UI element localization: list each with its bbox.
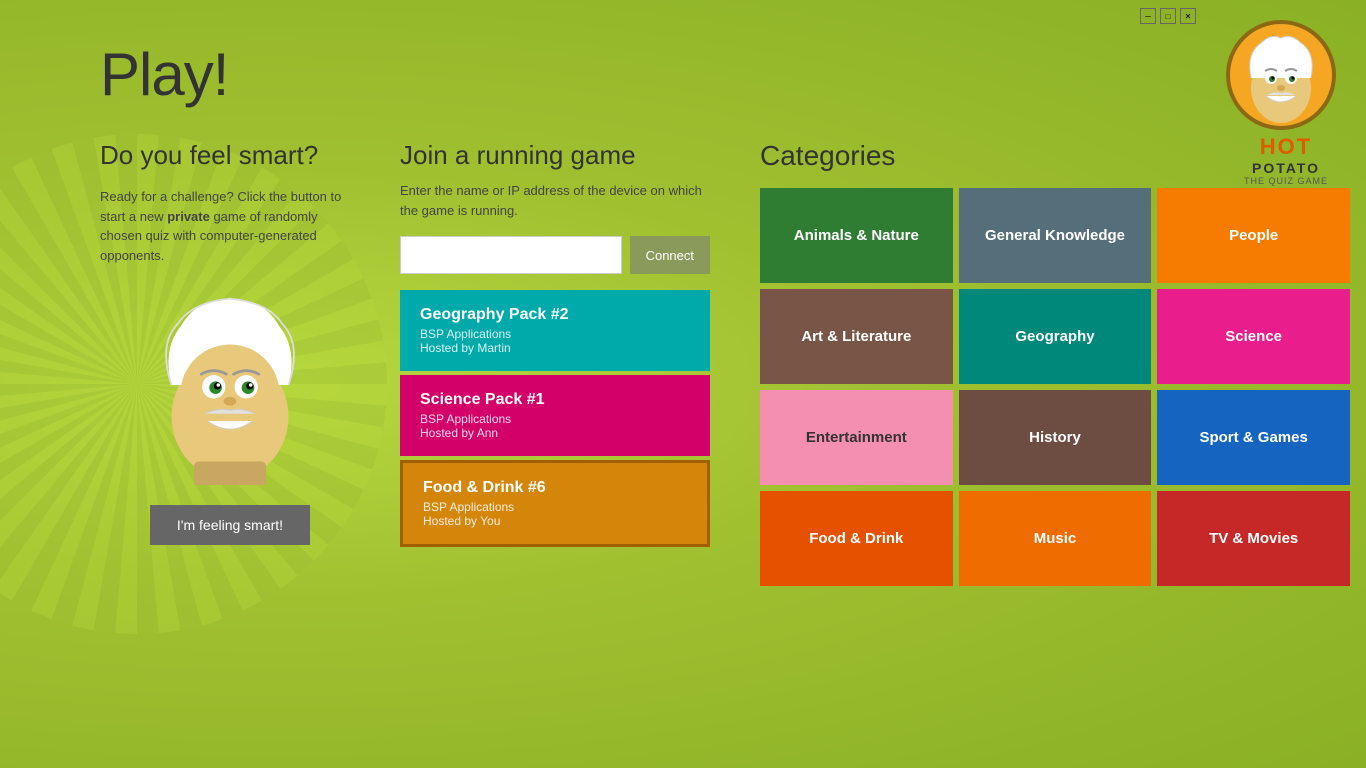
join-game-heading: Join a running game: [400, 140, 710, 171]
game-host: Hosted by Ann: [420, 426, 690, 440]
category-general-knowledge[interactable]: General Knowledge: [959, 188, 1152, 283]
ip-address-input[interactable]: [400, 236, 622, 274]
game-developer: BSP Applications: [423, 500, 687, 514]
connect-button[interactable]: Connect: [630, 236, 710, 274]
category-entertainment[interactable]: Entertainment: [760, 390, 953, 485]
logo-image: [1226, 20, 1336, 130]
join-game-description: Enter the name or IP address of the devi…: [400, 181, 710, 220]
minimize-button[interactable]: ─: [1140, 8, 1156, 24]
game-host: Hosted by Martin: [420, 341, 690, 355]
category-tv-movies[interactable]: TV & Movies: [1157, 491, 1350, 586]
category-science[interactable]: Science: [1157, 289, 1350, 384]
description-bold: private: [167, 209, 210, 224]
category-sport-games[interactable]: Sport & Games: [1157, 390, 1350, 485]
game-developer: BSP Applications: [420, 412, 690, 426]
page-title: Play!: [100, 40, 228, 109]
category-animals-nature[interactable]: Animals & Nature: [760, 188, 953, 283]
mascot-illustration: [140, 285, 320, 485]
category-music[interactable]: Music: [959, 491, 1152, 586]
game-item[interactable]: Food & Drink #6 BSP Applications Hosted …: [400, 460, 710, 547]
game-name: Science Pack #1: [420, 391, 690, 409]
game-name: Food & Drink #6: [423, 479, 687, 497]
game-name: Geography Pack #2: [420, 306, 690, 324]
categories-heading: Categories: [760, 140, 1350, 172]
game-item[interactable]: Science Pack #1 BSP Applications Hosted …: [400, 375, 710, 456]
close-button[interactable]: ✕: [1180, 8, 1196, 24]
categories-grid: Animals & Nature General Knowledge Peopl…: [760, 188, 1350, 586]
game-item[interactable]: Geography Pack #2 BSP Applications Hoste…: [400, 290, 710, 371]
left-panel: Do you feel smart? Ready for a challenge…: [100, 140, 360, 545]
category-food-drink[interactable]: Food & Drink: [760, 491, 953, 586]
category-geography[interactable]: Geography: [959, 289, 1152, 384]
left-panel-description: Ready for a challenge? Click the button …: [100, 187, 360, 265]
category-people[interactable]: People: [1157, 188, 1350, 283]
category-art-literature[interactable]: Art & Literature: [760, 289, 953, 384]
game-developer: BSP Applications: [420, 327, 690, 341]
middle-panel: Join a running game Enter the name or IP…: [400, 140, 710, 551]
maximize-button[interactable]: □: [1160, 8, 1176, 24]
categories-panel: Categories Animals & Nature General Know…: [760, 140, 1350, 586]
feeling-smart-button[interactable]: I'm feeling smart!: [150, 505, 310, 545]
game-list: Geography Pack #2 BSP Applications Hoste…: [400, 290, 710, 551]
left-panel-heading: Do you feel smart?: [100, 140, 360, 171]
window-controls: ─ □ ✕: [1140, 8, 1196, 24]
game-host: Hosted by You: [423, 514, 687, 528]
connect-row: Connect: [400, 236, 710, 274]
category-history[interactable]: History: [959, 390, 1152, 485]
